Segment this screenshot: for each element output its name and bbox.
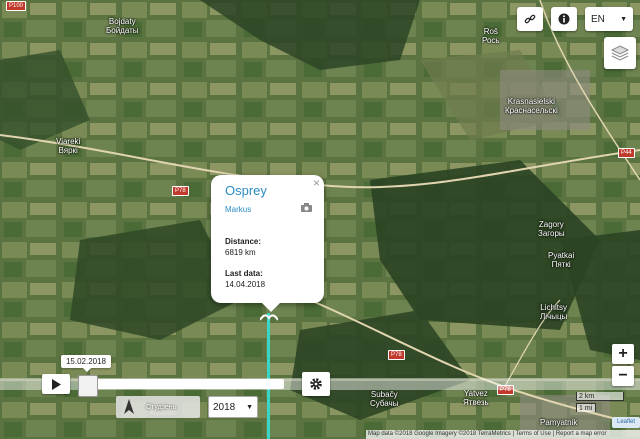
road-label: P44 bbox=[618, 148, 635, 158]
distance-value: 6819 km bbox=[225, 248, 256, 257]
place-label-subacy: Subačy Субачы bbox=[370, 390, 398, 408]
place-cyrillic: Ятвезь bbox=[463, 398, 489, 407]
month-wheel-label: Студзень bbox=[146, 403, 177, 411]
place-latin: Zagory bbox=[538, 220, 564, 229]
last-data-label: Last data: bbox=[225, 269, 263, 278]
language-select[interactable]: EN ▼ bbox=[585, 7, 633, 31]
year-value: 2018 bbox=[213, 401, 236, 413]
place-latin: Subačy bbox=[370, 390, 398, 399]
place-latin: Yatvez bbox=[463, 389, 488, 398]
place-latin: Krasnasielski bbox=[507, 97, 555, 106]
current-date-tooltip: 15.02.2018 bbox=[61, 355, 111, 372]
map-attribution[interactable]: Map data ©2018 Google Imagery ©2018 Terr… bbox=[366, 430, 640, 439]
place-cyrillic: Краснасельскі bbox=[505, 106, 558, 115]
settings-button[interactable] bbox=[302, 372, 330, 396]
layers-icon bbox=[610, 45, 630, 61]
place-cyrillic: Лічыцы bbox=[540, 312, 568, 321]
popup-tip bbox=[261, 302, 281, 312]
gear-icon bbox=[310, 378, 322, 390]
bird-marker-icon[interactable] bbox=[260, 312, 278, 322]
timeline-slider[interactable] bbox=[84, 379, 284, 389]
migration-track bbox=[267, 313, 270, 439]
road-label: P100 bbox=[6, 1, 27, 11]
last-data-value: 14.04.2018 bbox=[225, 280, 266, 289]
scale-metric: 2 km bbox=[576, 392, 624, 401]
place-label-rosh: Roš Рось bbox=[482, 27, 500, 45]
close-icon[interactable]: × bbox=[313, 176, 320, 190]
link-icon bbox=[524, 14, 536, 24]
place-label-krasnasielski: Krasnasielski Краснасельскі bbox=[505, 97, 558, 115]
share-link-button[interactable] bbox=[517, 7, 543, 31]
scale-imperial: 1 mi bbox=[576, 403, 596, 412]
info-button[interactable] bbox=[551, 7, 577, 31]
place-cyrillic: Вяркі bbox=[58, 146, 78, 155]
chevron-down-icon: ▼ bbox=[246, 403, 253, 411]
place-latin: Roš bbox=[483, 27, 498, 36]
year-select[interactable]: 2018 ▼ bbox=[208, 396, 258, 418]
zoom-in-button[interactable]: + bbox=[612, 344, 634, 364]
month-wheel[interactable]: Студзень bbox=[116, 396, 200, 418]
play-button[interactable] bbox=[42, 374, 70, 394]
place-cyrillic: Бойдаты bbox=[106, 26, 139, 35]
road-label: P78 bbox=[172, 186, 189, 196]
place-latin: Bojdaty bbox=[108, 17, 136, 26]
north-arrow-icon bbox=[124, 399, 134, 414]
place-label-bojdaty: Bojdaty Бойдаты bbox=[106, 17, 139, 35]
place-label-pamyatnik: Pamyatnik bbox=[540, 418, 577, 427]
place-latin: Viarеki bbox=[56, 137, 81, 146]
author-link[interactable]: Markus bbox=[225, 205, 251, 214]
language-value: EN bbox=[591, 13, 605, 25]
place-label-yatvez: Yatvez Ятвезь bbox=[463, 389, 489, 407]
camera-icon[interactable] bbox=[301, 203, 312, 212]
place-label-viareki: Viarеki Вяркі bbox=[56, 137, 80, 155]
place-cyrillic: Пяткі bbox=[551, 260, 571, 269]
zoom-out-button[interactable]: − bbox=[612, 366, 634, 386]
place-label-zagory: Zagory Загоры bbox=[538, 220, 565, 238]
leaflet-attribution-link[interactable]: Leaflet bbox=[612, 417, 640, 428]
place-label-lichitsy: Lichitsy Лічыцы bbox=[540, 303, 567, 321]
place-latin: Pyatkai bbox=[548, 251, 575, 260]
timeline-slider-handle[interactable] bbox=[78, 375, 98, 397]
place-cyrillic: Субачы bbox=[370, 399, 399, 408]
chevron-down-icon: ▼ bbox=[620, 15, 627, 23]
place-latin: Pamyatnik bbox=[540, 418, 578, 427]
bird-info-popup: Osprey × Markus Distance: 6819 km Last d… bbox=[211, 175, 324, 303]
play-icon bbox=[52, 378, 61, 390]
layers-button[interactable] bbox=[604, 37, 636, 69]
bird-name[interactable]: Osprey bbox=[225, 183, 267, 198]
place-label-pyatkai: Pyatkai Пяткі bbox=[548, 251, 574, 269]
place-cyrillic: Загоры bbox=[538, 229, 565, 238]
road-label: P78 bbox=[388, 350, 405, 360]
info-icon bbox=[558, 13, 570, 25]
place-cyrillic: Рось bbox=[482, 36, 500, 45]
distance-label: Distance: bbox=[225, 237, 262, 246]
place-latin: Lichitsy bbox=[540, 303, 567, 312]
